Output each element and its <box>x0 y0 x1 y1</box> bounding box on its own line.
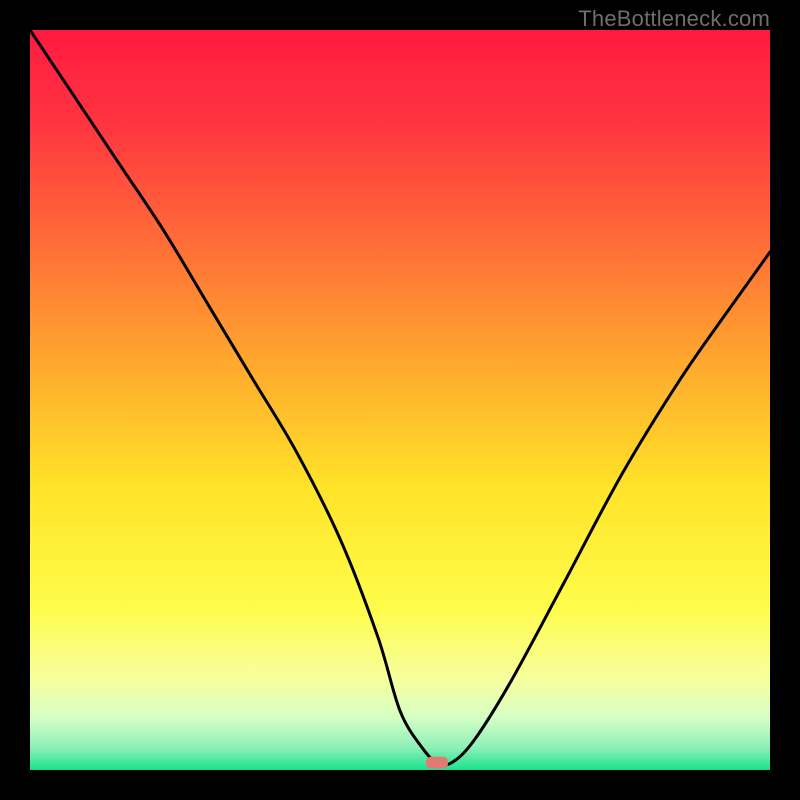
watermark-text: TheBottleneck.com <box>578 6 770 32</box>
optimal-marker <box>426 757 448 769</box>
chart-frame: TheBottleneck.com <box>0 0 800 800</box>
chart-background <box>30 30 770 770</box>
chart-svg <box>30 30 770 770</box>
chart-plot-area <box>30 30 770 770</box>
